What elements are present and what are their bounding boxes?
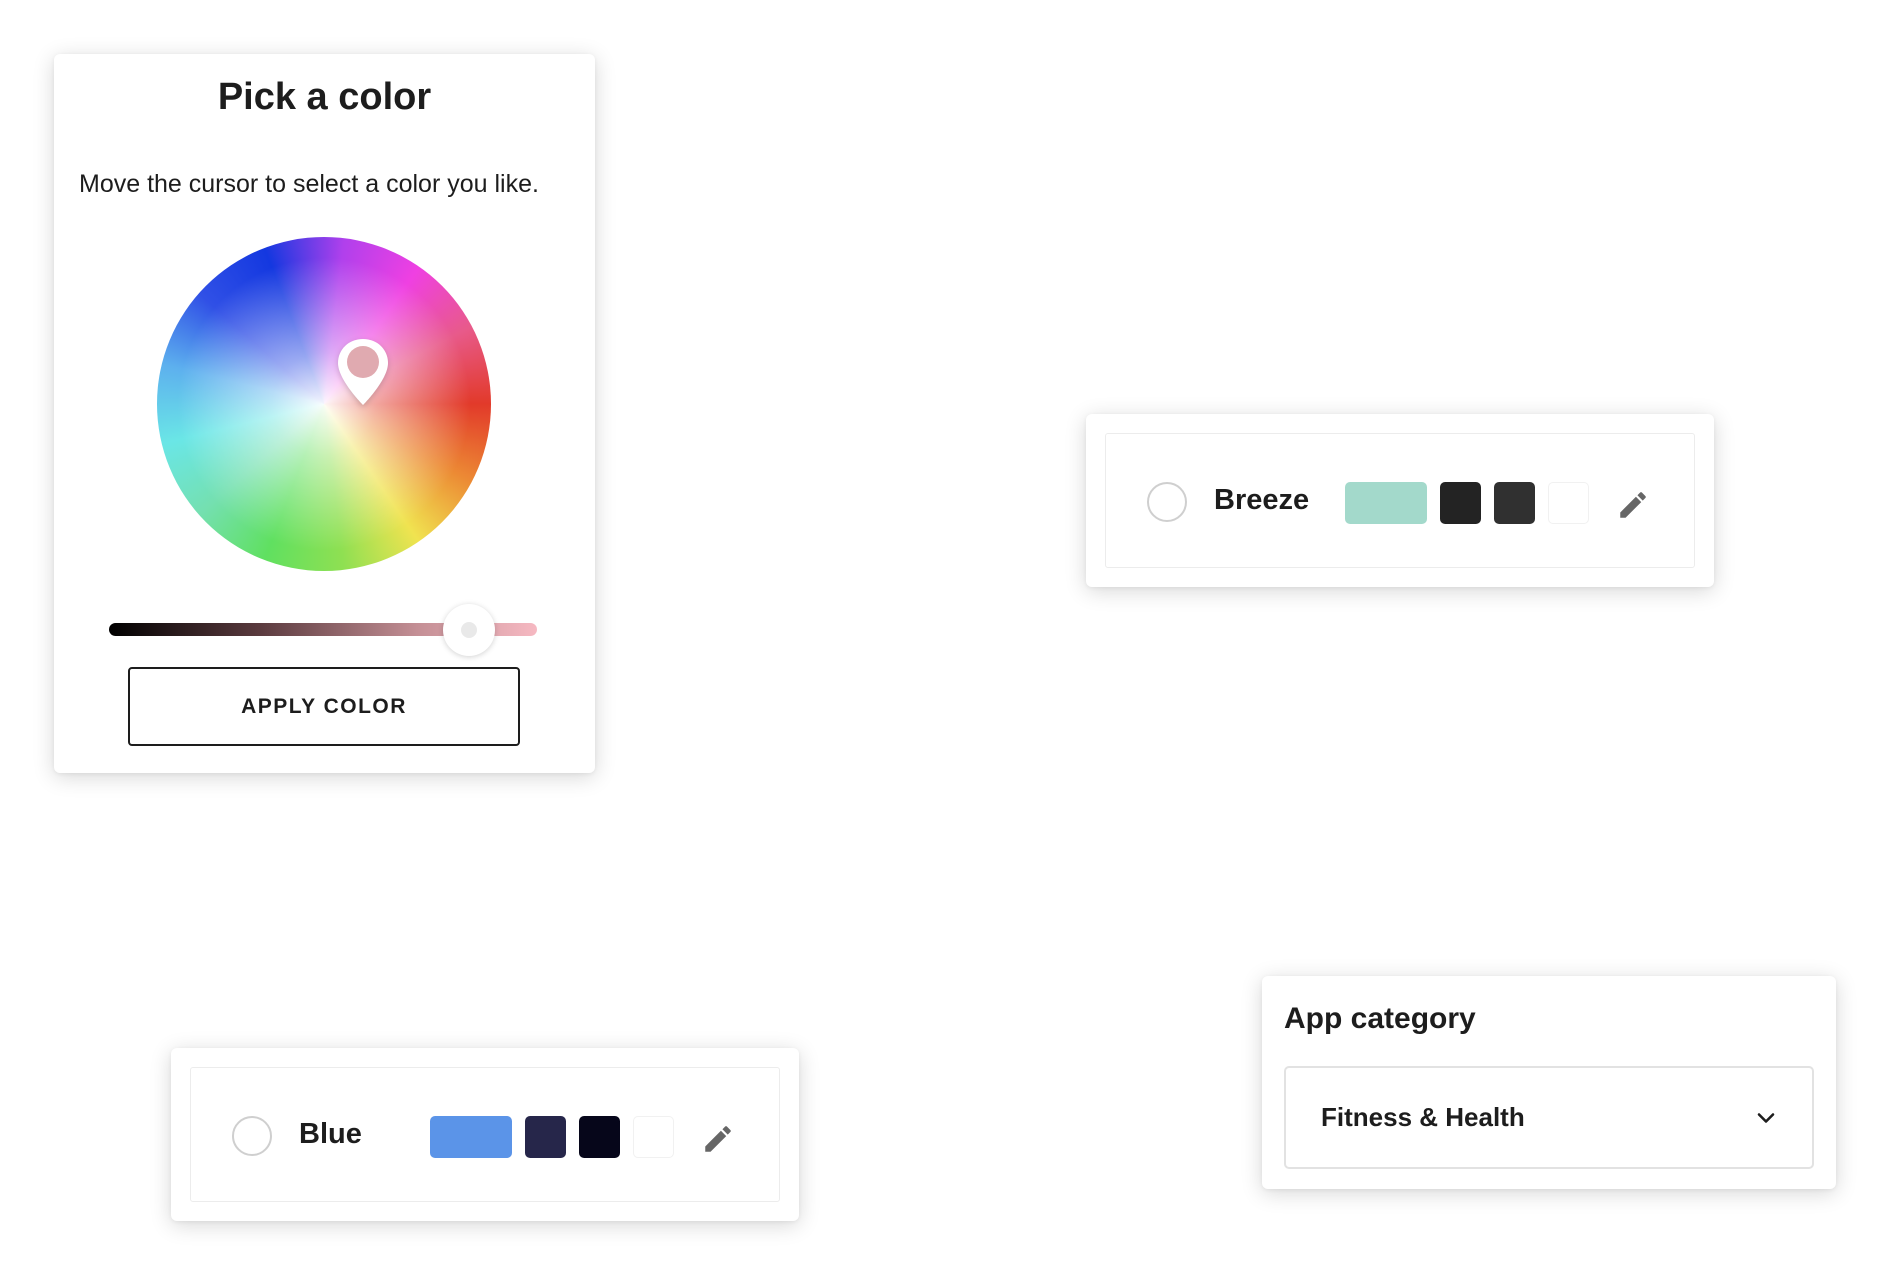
palette-row: Blue xyxy=(190,1067,780,1202)
palette-card-blue[interactable]: Blue xyxy=(171,1048,799,1221)
app-category-value: Fitness & Health xyxy=(1321,1102,1525,1132)
palette-name: Breeze xyxy=(1214,484,1310,516)
palette-row: Breeze xyxy=(1105,433,1695,568)
app-category-select[interactable]: Fitness & Health xyxy=(1284,1066,1814,1169)
pencil-icon[interactable] xyxy=(1616,488,1650,522)
palette-swatch-background xyxy=(1548,482,1589,524)
app-category-label: App category xyxy=(1284,1002,1476,1035)
palette-swatch-tertiary xyxy=(1494,482,1535,524)
palette-swatch-background xyxy=(633,1116,674,1158)
palette-name: Blue xyxy=(299,1118,362,1150)
color-wheel[interactable] xyxy=(157,237,491,571)
palette-swatch-tertiary xyxy=(579,1116,620,1158)
palette-card-breeze[interactable]: Breeze xyxy=(1086,414,1714,587)
palette-swatch-secondary xyxy=(1440,482,1481,524)
color-picker-card: Pick a color Move the cursor to select a… xyxy=(54,54,595,773)
palette-radio[interactable] xyxy=(232,1116,272,1156)
brightness-slider-thumb[interactable] xyxy=(442,603,495,656)
palette-swatch-secondary xyxy=(525,1116,566,1158)
palette-swatch-primary xyxy=(1345,482,1427,524)
pencil-icon[interactable] xyxy=(701,1122,735,1156)
app-category-card: App category Fitness & Health xyxy=(1262,976,1836,1189)
chevron-down-icon xyxy=(1757,1113,1775,1123)
apply-color-button[interactable]: APPLY COLOR xyxy=(128,667,520,746)
picker-title: Pick a color xyxy=(217,76,432,118)
color-cursor-pin-icon[interactable] xyxy=(335,336,391,408)
picker-description: Move the cursor to select a color you li… xyxy=(79,170,539,198)
palette-swatch-primary xyxy=(430,1116,512,1158)
palette-radio[interactable] xyxy=(1147,482,1187,522)
